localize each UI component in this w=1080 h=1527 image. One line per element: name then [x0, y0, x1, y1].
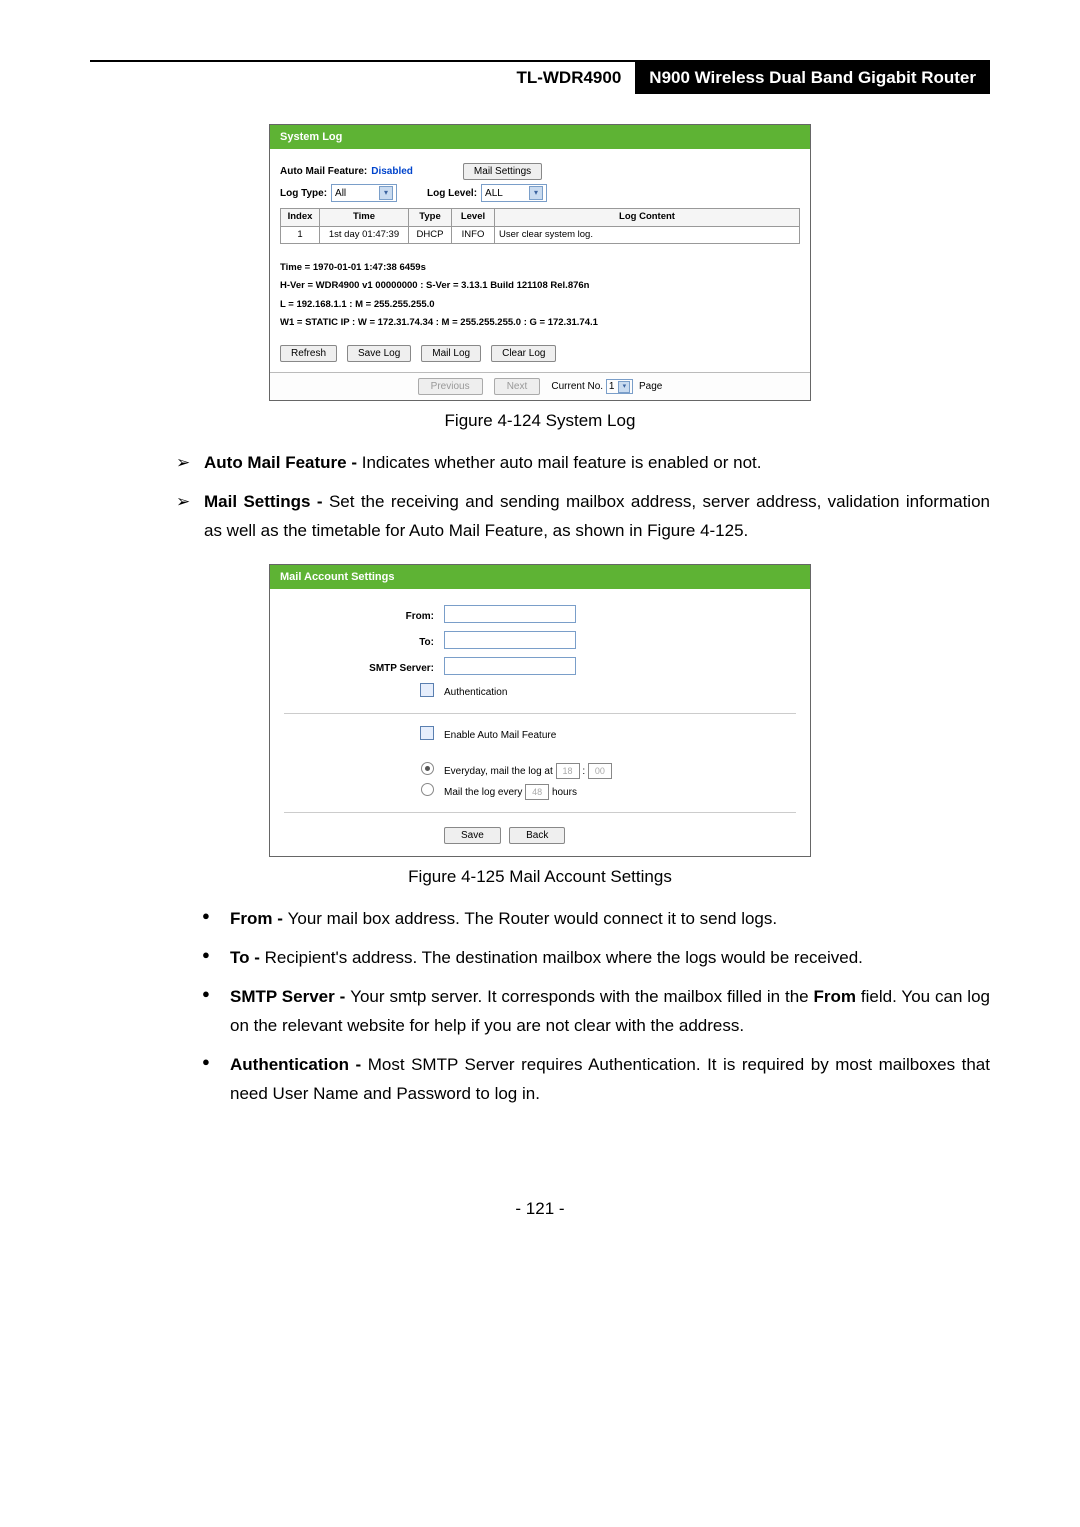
back-button[interactable]: Back	[509, 827, 565, 844]
automail-label: Auto Mail Feature:	[280, 165, 367, 178]
info-lan: L = 192.168.1.1 : M = 255.255.255.0	[280, 299, 800, 311]
refresh-button[interactable]: Refresh	[280, 345, 337, 362]
figure-caption-2: Figure 4-125 Mail Account Settings	[90, 867, 990, 887]
model-label: TL-WDR4900	[502, 62, 635, 94]
loglevel-value: ALL	[485, 187, 525, 200]
mail-log-button[interactable]: Mail Log	[421, 345, 481, 362]
smtp-input[interactable]	[444, 657, 576, 675]
info-time: Time = 1970-01-01 1:47:38 6459s	[280, 262, 800, 274]
minute-input[interactable]: 00	[588, 763, 612, 779]
save-button[interactable]: Save	[444, 827, 501, 844]
cell-level: INFO	[452, 226, 495, 243]
field-descriptions: From - Your mail box address. The Router…	[90, 905, 990, 1108]
th-type: Type	[409, 209, 452, 226]
loglevel-label: Log Level:	[427, 187, 477, 200]
save-log-button[interactable]: Save Log	[347, 345, 411, 362]
list-item: Authentication - Most SMTP Server requir…	[202, 1051, 990, 1109]
cell-type: DHCP	[409, 226, 452, 243]
current-no-label: Current No.	[551, 381, 603, 392]
clear-log-button[interactable]: Clear Log	[491, 345, 556, 362]
enable-automail-checkbox[interactable]	[420, 726, 434, 740]
hour-input[interactable]: 18	[556, 763, 580, 779]
log-table: Index Time Type Level Log Content 1 1st …	[280, 208, 800, 244]
system-log-screenshot: System Log Auto Mail Feature: Disabled M…	[269, 124, 811, 401]
from-label: From:	[284, 610, 444, 623]
colon: :	[582, 766, 585, 777]
item-head: Mail Settings -	[204, 492, 329, 511]
logtype-select[interactable]: All ▾	[331, 184, 397, 202]
th-content: Log Content	[495, 209, 800, 226]
th-level: Level	[452, 209, 495, 226]
th-time: Time	[320, 209, 409, 226]
page-select[interactable]: 1 ▾	[606, 379, 634, 394]
list-item: From - Your mail box address. The Router…	[202, 905, 990, 934]
auth-checkbox[interactable]	[420, 683, 434, 697]
item-head: To -	[230, 948, 265, 967]
info-hver: H-Ver = WDR4900 v1 00000000 : S-Ver = 3.…	[280, 280, 800, 292]
product-label: N900 Wireless Dual Band Gigabit Router	[635, 62, 990, 94]
mail-settings-button[interactable]: Mail Settings	[463, 163, 542, 180]
info-wan: W1 = STATIC IP : W = 172.31.74.34 : M = …	[280, 317, 800, 329]
panel-title: Mail Account Settings	[270, 565, 810, 589]
enable-automail-label: Enable Auto Mail Feature	[444, 730, 556, 741]
chevron-down-icon: ▾	[379, 186, 393, 200]
separator	[284, 812, 796, 813]
mail-settings-screenshot: Mail Account Settings From: To: SMTP Ser…	[269, 564, 811, 857]
smtp-label: SMTP Server:	[284, 662, 444, 675]
item-text: Your smtp server. It corresponds with th…	[350, 987, 813, 1006]
to-input[interactable]	[444, 631, 576, 649]
table-header-row: Index Time Type Level Log Content	[281, 209, 800, 226]
next-button[interactable]: Next	[494, 378, 541, 395]
list-item: Auto Mail Feature - Indicates whether au…	[176, 449, 990, 478]
everyday-label: Everyday, mail the log at	[444, 766, 553, 777]
from-bold: From	[814, 987, 857, 1006]
logtype-label: Log Type:	[280, 187, 327, 200]
auth-label: Authentication	[444, 687, 507, 698]
logtype-value: All	[335, 187, 375, 200]
list-item: SMTP Server - Your smtp server. It corre…	[202, 983, 990, 1041]
loglevel-select[interactable]: ALL ▾	[481, 184, 547, 202]
item-text: Indicates whether auto mail feature is e…	[362, 453, 762, 472]
previous-button[interactable]: Previous	[418, 378, 483, 395]
list-item: To - Recipient's address. The destinatio…	[202, 944, 990, 973]
cell-time: 1st day 01:47:39	[320, 226, 409, 243]
item-head: Authentication -	[230, 1055, 368, 1074]
page-label: Page	[639, 381, 662, 392]
system-info-block: Time = 1970-01-01 1:47:38 6459s H-Ver = …	[280, 262, 800, 329]
figure-caption-1: Figure 4-124 System Log	[90, 411, 990, 431]
from-input[interactable]	[444, 605, 576, 623]
item-head: From -	[230, 909, 288, 928]
panel-title: System Log	[270, 125, 810, 149]
item-head: Auto Mail Feature -	[204, 453, 362, 472]
everyday-radio[interactable]	[421, 762, 434, 775]
to-label: To:	[284, 636, 444, 649]
chevron-down-icon: ▾	[618, 381, 630, 393]
interval-input[interactable]: 48	[525, 784, 549, 800]
table-row: 1 1st day 01:47:39 DHCP INFO User clear …	[281, 226, 800, 243]
interval-label: Mail the log every	[444, 787, 522, 798]
interval-radio[interactable]	[421, 783, 434, 796]
doc-header: TL-WDR4900 N900 Wireless Dual Band Gigab…	[90, 60, 990, 94]
th-index: Index	[281, 209, 320, 226]
list-item: Mail Settings - Set the receiving and se…	[176, 488, 990, 546]
pager: Previous Next Current No. 1 ▾ Page	[270, 372, 810, 400]
item-head: SMTP Server -	[230, 987, 350, 1006]
feature-list: Auto Mail Feature - Indicates whether au…	[90, 449, 990, 546]
item-text: Your mail box address. The Router would …	[288, 909, 778, 928]
cell-content: User clear system log.	[495, 226, 800, 243]
page-number: - 121 -	[90, 1199, 990, 1219]
automail-value: Disabled	[371, 165, 413, 178]
hours-label: hours	[552, 787, 577, 798]
page-value: 1	[609, 380, 615, 393]
separator	[284, 713, 796, 714]
chevron-down-icon: ▾	[529, 186, 543, 200]
item-text: Recipient's address. The destination mai…	[265, 948, 863, 967]
cell-index: 1	[281, 226, 320, 243]
